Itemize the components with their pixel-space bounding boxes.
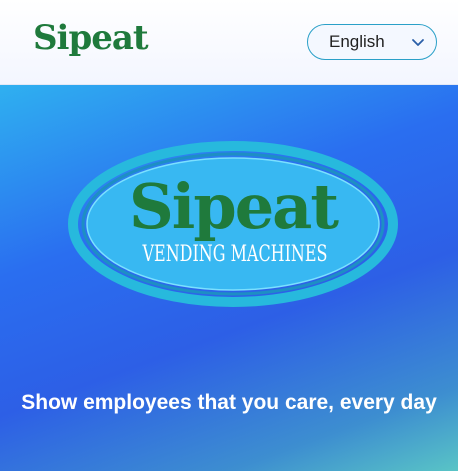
language-selector[interactable]: English: [307, 24, 437, 60]
hero-banner: Sipeat VENDING MACHINES Show employees t…: [0, 85, 458, 471]
site-header: Sipeat English: [0, 0, 458, 85]
vending-logo-emblem: Sipeat VENDING MACHINES: [68, 141, 398, 307]
hero-tagline: Show employees that you care, every day: [21, 391, 437, 414]
brand-logo[interactable]: Sipeat: [33, 18, 149, 58]
logo-title: Sipeat: [129, 170, 339, 243]
language-selected-label: English: [329, 32, 385, 51]
logo-subtitle: VENDING MACHINES: [142, 242, 328, 267]
chevron-down-icon: [410, 34, 426, 50]
